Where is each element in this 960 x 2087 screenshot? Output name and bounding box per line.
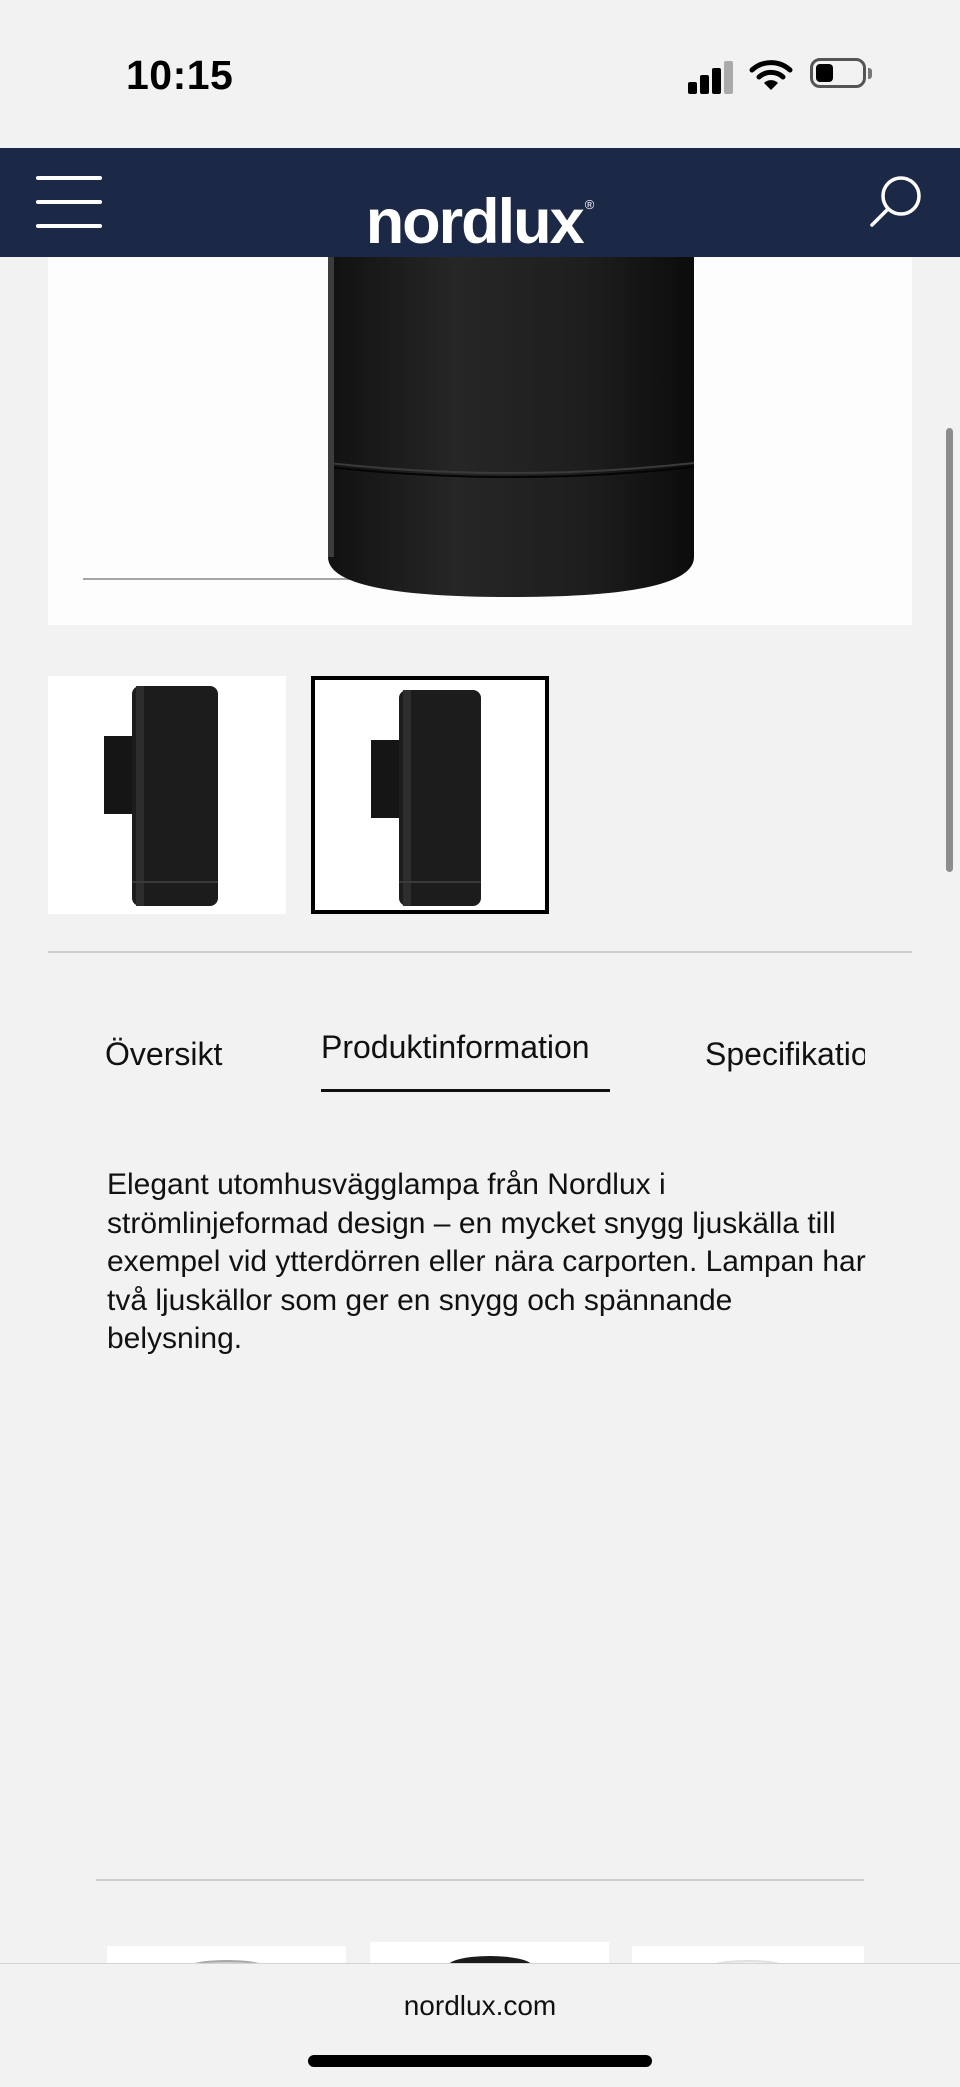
wall-lamp-thumbnail-image — [104, 686, 218, 906]
browser-url[interactable]: nordlux.com — [0, 1990, 960, 2022]
home-indicator[interactable] — [308, 2055, 652, 2067]
tab-produktinformation[interactable]: Produktinformation — [321, 1029, 590, 1066]
logo-text: nordlux — [365, 187, 585, 257]
product-description: Elegant utomhusvägglampa från Nordlux i … — [107, 1168, 866, 1355]
product-thumbnail[interactable] — [48, 676, 286, 914]
wall-lamp-thumbnail-image — [371, 690, 481, 906]
section-divider — [48, 951, 912, 953]
wifi-icon — [749, 60, 793, 90]
product-thumbnail-selected[interactable] — [311, 676, 549, 914]
active-tab-indicator — [321, 1089, 610, 1092]
tab-specifikationer[interactable]: Specifikatio — [705, 1036, 865, 1073]
nordlux-logo[interactable]: nordlux ® — [0, 160, 960, 267]
tab-oversikt[interactable]: Översikt — [105, 1036, 222, 1073]
page-scrollbar[interactable] — [946, 428, 953, 872]
status-bar: 10:15 — [0, 0, 960, 148]
product-main-image[interactable] — [48, 257, 912, 625]
section-divider — [96, 1879, 864, 1881]
battery-icon — [810, 58, 874, 92]
search-icon[interactable] — [868, 174, 924, 230]
browser-address-bar[interactable] — [0, 1963, 960, 2087]
registered-mark: ® — [584, 197, 595, 212]
wall-lamp-image — [83, 257, 695, 597]
cellular-signal-icon — [688, 60, 734, 94]
status-time: 10:15 — [126, 52, 234, 98]
